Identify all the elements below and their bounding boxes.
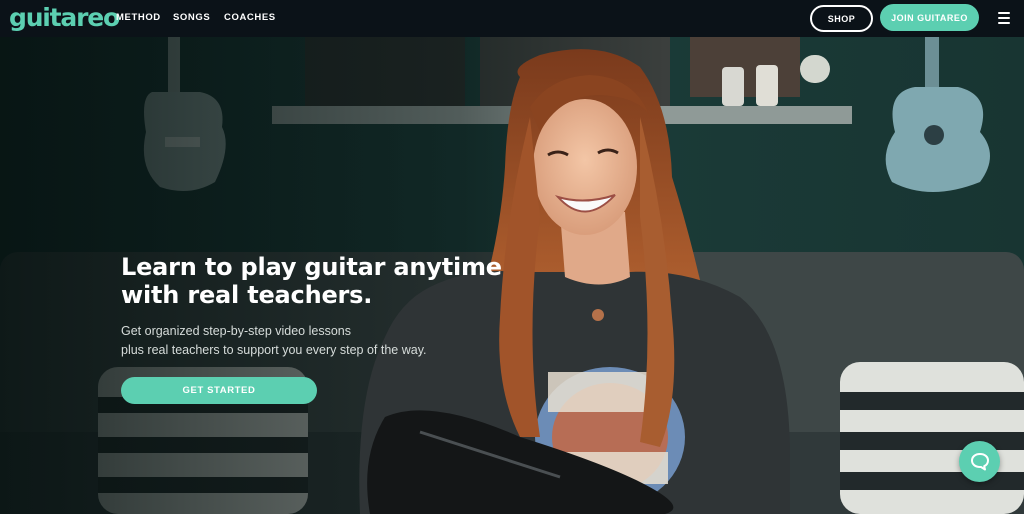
- hero-subtext-line-1: Get organized step-by-step video lessons: [121, 324, 351, 338]
- hero-headline-line-2: with real teachers.: [121, 281, 373, 309]
- chat-launcher-button[interactable]: [959, 441, 1000, 482]
- join-guitareo-button[interactable]: JOIN GUITAREO: [880, 4, 979, 31]
- hamburger-icon[interactable]: [998, 12, 1010, 25]
- hero-headline: Learn to play guitar anytime with real t…: [121, 253, 541, 309]
- hero-subtext: Get organized step-by-step video lessons…: [121, 322, 481, 359]
- top-navbar: guitareo METHOD SONGS COACHES SHOP JOIN …: [0, 0, 1024, 37]
- chat-bubble-icon: [970, 453, 989, 471]
- nav-link-coaches[interactable]: COACHES: [224, 12, 276, 24]
- hero-headline-line-1: Learn to play guitar anytime: [121, 253, 502, 281]
- nav-link-method[interactable]: METHOD: [116, 12, 161, 24]
- nav-link-songs[interactable]: SONGS: [173, 12, 210, 24]
- guitareo-logo[interactable]: guitareo: [9, 3, 120, 33]
- hero-subtext-line-2: plus real teachers to support you every …: [121, 342, 427, 357]
- get-started-button[interactable]: GET STARTED: [121, 377, 317, 404]
- hero-section: Learn to play guitar anytime with real t…: [0, 37, 1024, 514]
- shop-button[interactable]: SHOP: [810, 5, 873, 32]
